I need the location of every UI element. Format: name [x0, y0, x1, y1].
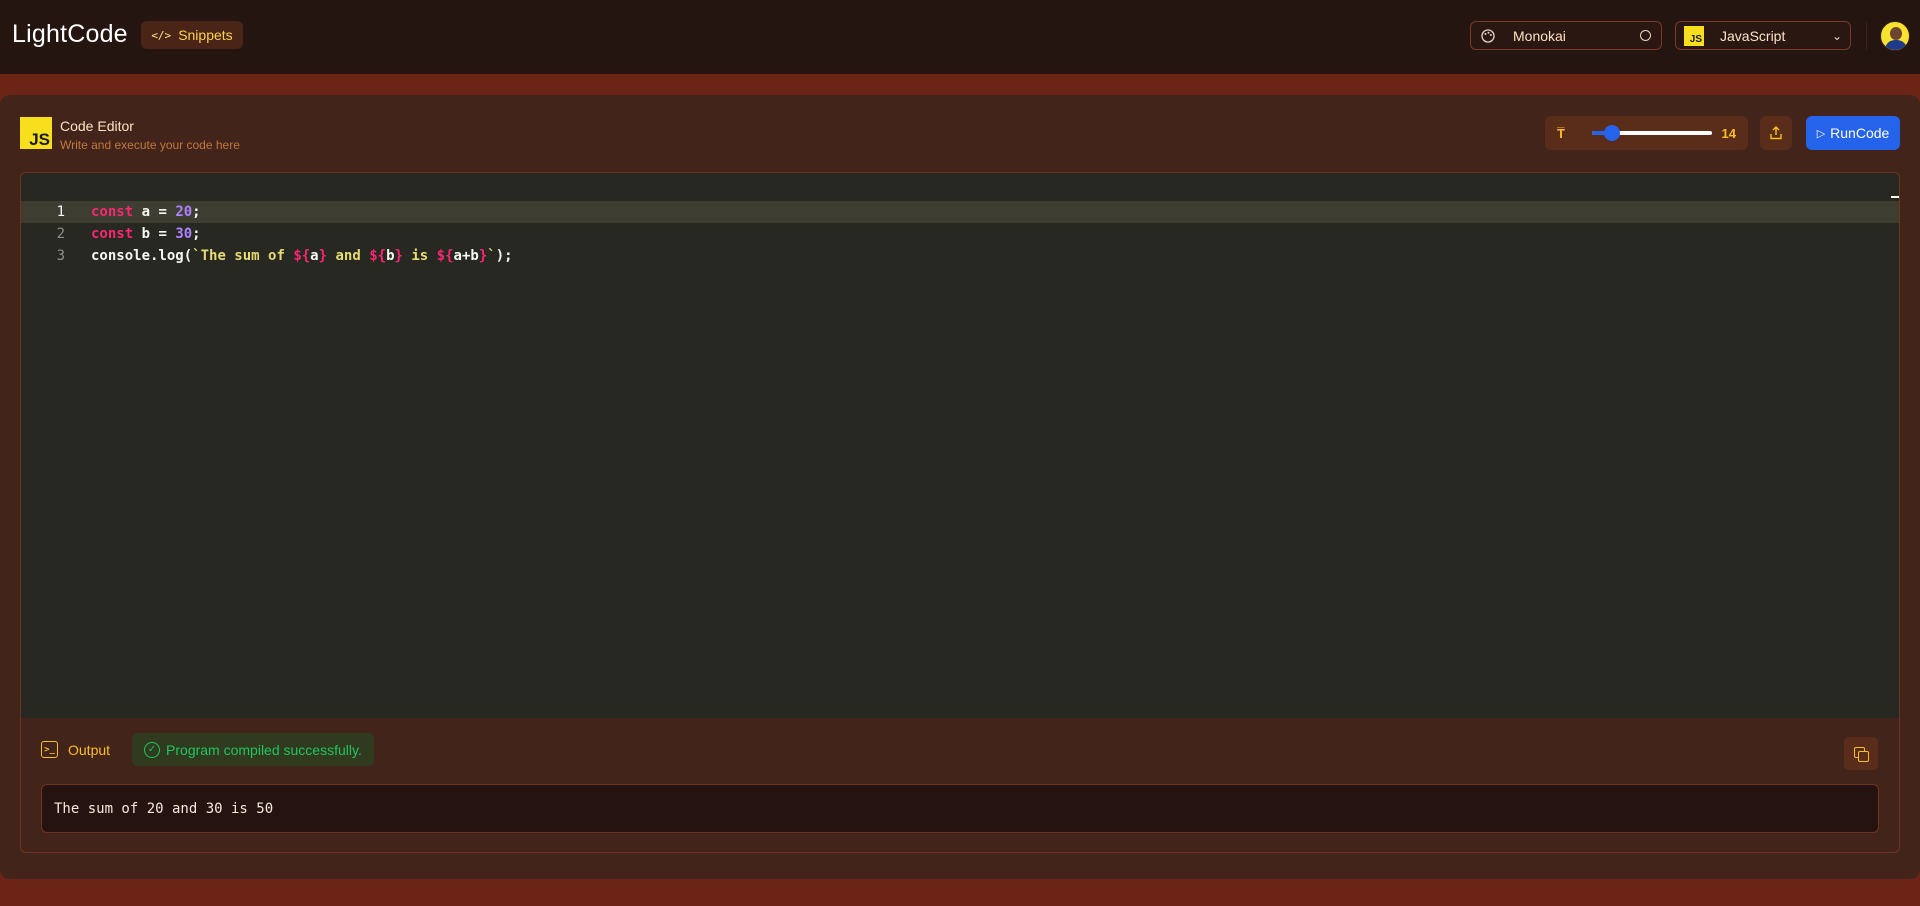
avatar-head: [1890, 27, 1902, 40]
code-token: a+b: [453, 248, 479, 264]
chevron-down-icon: ⌄: [1831, 28, 1842, 43]
app-title: LightCode: [12, 20, 128, 48]
editor-frame: 1 const a = 20; 2 const b = 30; 3 console.log…: [20, 172, 1900, 853]
code-token: console.log(: [91, 248, 193, 264]
run-code-label: RunCode: [1830, 125, 1890, 141]
editor-title: Code Editor: [60, 118, 134, 134]
code-token: a: [310, 248, 319, 264]
share-icon: [1770, 126, 1782, 140]
theme-swatch-icon: [1640, 30, 1651, 41]
code-line[interactable]: 2 const b = 30;: [21, 223, 1899, 245]
font-size-value: 14: [1721, 125, 1736, 141]
copy-output-button[interactable]: [1844, 737, 1878, 770]
code-token: 20: [175, 204, 193, 220]
language-value: JavaScript: [1720, 27, 1786, 44]
line-number: 3: [56, 248, 65, 264]
code-icon: </>: [151, 28, 172, 42]
code-token: ;: [192, 204, 201, 220]
check-circle-icon: ✓: [144, 741, 161, 758]
font-size-control: T̅ 14: [1545, 116, 1748, 150]
copy-icon: [1854, 746, 1869, 762]
code-token: ${: [369, 248, 387, 264]
code-editor[interactable]: 1 const a = 20; 2 const b = 30; 3 console.log…: [21, 173, 1899, 718]
snippets-button[interactable]: </> Snippets: [141, 21, 243, 49]
status-badge: ✓ Program compiled successfully.: [132, 733, 374, 766]
theme-value: Monokai: [1513, 27, 1566, 44]
minimap-indicator: [1891, 196, 1899, 198]
line-number: 2: [56, 226, 65, 242]
code-text: const a = 20;: [91, 201, 201, 223]
code-token: `The sum of: [192, 248, 294, 264]
palette-icon: [1481, 28, 1495, 43]
code-token: }: [478, 248, 488, 264]
code-token: ;: [192, 226, 201, 242]
language-select[interactable]: JS JavaScript ⌄: [1675, 21, 1851, 50]
code-token: }: [394, 248, 403, 264]
code-text: console.log(`The sum of ${a} and ${b} is…: [91, 245, 513, 267]
status-text: Program compiled successfully.: [166, 741, 362, 758]
play-icon: ▷: [1816, 127, 1826, 140]
output-label: Output: [68, 741, 111, 758]
code-token: `: [487, 248, 496, 264]
javascript-logo-icon: JS: [1684, 25, 1704, 46]
javascript-logo-icon: JS: [20, 117, 52, 149]
code-token: and: [327, 248, 370, 264]
output-header: >_ Output ✓ Program compiled successfull…: [41, 733, 374, 766]
code-token: is: [402, 248, 437, 264]
avatar-body: [1885, 40, 1907, 50]
share-button[interactable]: [1760, 116, 1792, 150]
editor-panel: JS Code Editor Write and execute your co…: [0, 95, 1920, 879]
output-console: The sum of 20 and 30 is 50: [41, 784, 1879, 833]
code-token: 30: [175, 226, 193, 242]
code-token: b =: [133, 226, 176, 242]
code-line[interactable]: 1 const a = 20;: [21, 201, 1899, 223]
line-number: 1: [56, 204, 65, 220]
code-token: }: [318, 248, 328, 264]
code-token: );: [495, 248, 513, 264]
snippets-label: Snippets: [178, 27, 233, 43]
font-size-icon: T̅: [1557, 125, 1565, 141]
top-bar: LightCode </> Snippets Monokai JS JavaSc…: [0, 0, 1920, 74]
font-size-slider[interactable]: [1592, 125, 1712, 141]
code-token: a =: [133, 204, 176, 220]
code-token: b: [386, 248, 395, 264]
code-token: ${: [436, 248, 454, 264]
header-divider: [1866, 22, 1867, 50]
slider-thumb[interactable]: [1603, 125, 1620, 141]
avatar[interactable]: [1880, 21, 1910, 51]
code-text: const b = 30;: [91, 223, 201, 245]
theme-select[interactable]: Monokai: [1470, 21, 1662, 50]
code-line[interactable]: 3 console.log(`The sum of ${a} and ${b} i…: [21, 245, 1899, 267]
terminal-icon: >_: [41, 741, 58, 758]
editor-header: JS Code Editor Write and execute your co…: [20, 117, 240, 152]
code-token: const: [91, 226, 134, 242]
run-code-button[interactable]: ▷ RunCode: [1806, 116, 1900, 150]
editor-subtitle: Write and execute your code here: [60, 138, 240, 152]
code-token: const: [91, 204, 134, 220]
code-token: ${: [293, 248, 311, 264]
